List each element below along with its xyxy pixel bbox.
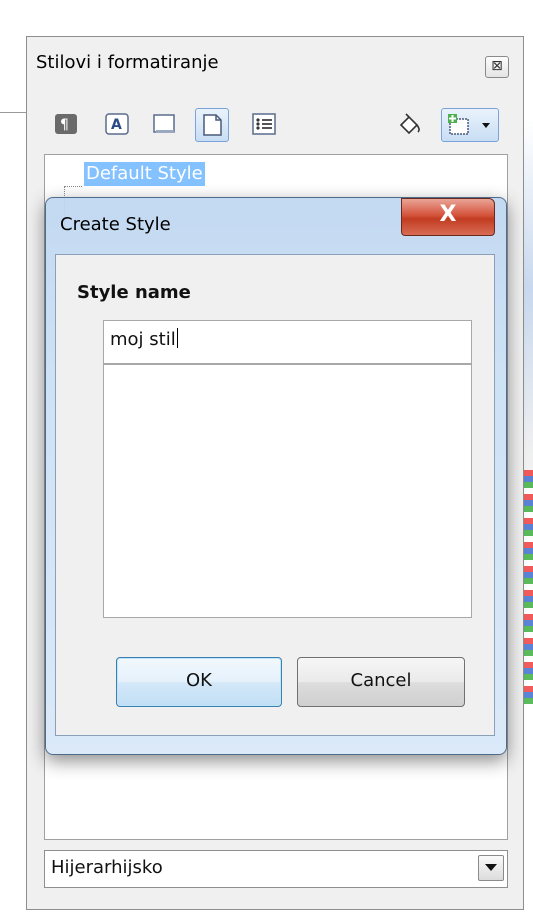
svg-text:A: A: [111, 117, 122, 133]
page-styles-icon: [203, 114, 222, 136]
background-app: [0, 0, 533, 28]
page-styles-button[interactable]: [195, 108, 229, 142]
list-styles-button[interactable]: [248, 108, 280, 140]
list-styles-icon: [252, 113, 276, 135]
style-name-label: Style name: [77, 282, 191, 303]
panel-close-button[interactable]: ⊠: [485, 56, 509, 78]
style-filter-value: Hijerarhijsko: [51, 857, 163, 878]
fill-format-button[interactable]: [394, 108, 426, 140]
list-item-default-style[interactable]: Default Style: [84, 162, 205, 186]
chevron-down-icon: [485, 864, 497, 871]
style-filter-dropdown-button[interactable]: [478, 855, 504, 881]
chevron-down-icon: [482, 123, 490, 128]
paragraph-styles-icon: ¶: [55, 114, 77, 134]
character-styles-icon: A: [105, 113, 129, 135]
style-name-value: moj stil: [110, 328, 178, 350]
dialog-title: Create Style: [60, 214, 171, 235]
svg-text:¶: ¶: [60, 117, 69, 133]
dialog-close-button[interactable]: X: [401, 198, 495, 236]
paragraph-styles-button[interactable]: ¶: [50, 108, 82, 140]
background-color-strip: [524, 470, 533, 710]
ok-button[interactable]: OK: [116, 657, 282, 707]
new-style-icon: [448, 114, 469, 135]
new-style-dropdown-button[interactable]: [441, 108, 499, 142]
fill-format-icon: [399, 113, 420, 135]
existing-styles-list[interactable]: [103, 364, 472, 618]
frame-styles-button[interactable]: [148, 108, 180, 140]
character-styles-button[interactable]: A: [101, 108, 133, 140]
frame-styles-icon: [153, 114, 175, 133]
close-icon: X: [439, 202, 457, 227]
text-caret: [176, 328, 178, 348]
panel-title: Stilovi i formatiranje: [36, 52, 219, 73]
tree-connector: [64, 186, 82, 188]
cancel-button[interactable]: Cancel: [297, 657, 465, 707]
